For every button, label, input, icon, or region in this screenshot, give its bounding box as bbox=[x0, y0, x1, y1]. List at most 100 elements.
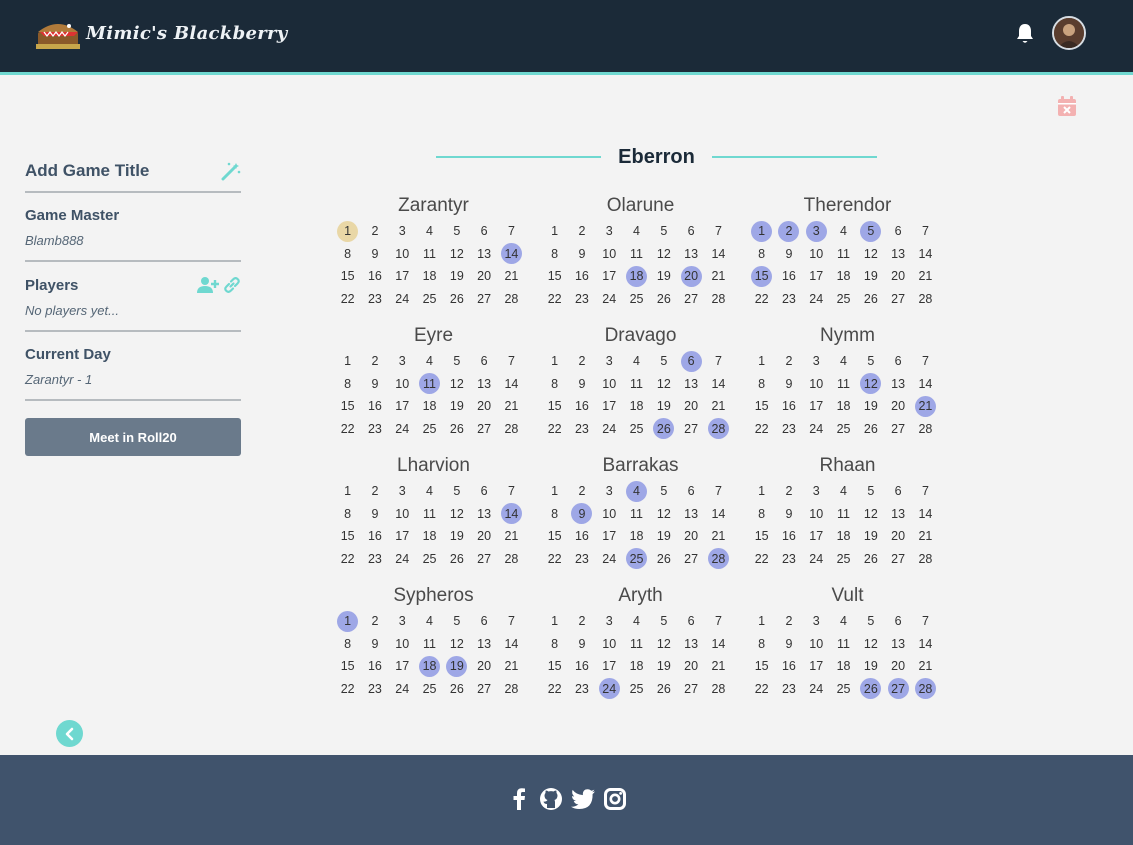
day-cell[interactable]: 3 bbox=[389, 610, 416, 633]
day-cell[interactable]: 5 bbox=[857, 610, 884, 633]
day-cell[interactable]: 5 bbox=[650, 220, 677, 243]
day-cell[interactable]: 2 bbox=[361, 350, 388, 373]
day-cell[interactable]: 15 bbox=[334, 655, 361, 678]
day-cell[interactable]: 11 bbox=[830, 243, 857, 266]
day-cell[interactable]: 18 bbox=[416, 525, 443, 548]
day-cell[interactable]: 26 bbox=[443, 548, 470, 571]
day-cell[interactable]: 8 bbox=[748, 633, 775, 656]
day-cell[interactable]: 3 bbox=[389, 220, 416, 243]
game-title[interactable]: Add Game Title bbox=[25, 161, 149, 181]
day-cell[interactable]: 10 bbox=[389, 633, 416, 656]
day-cell[interactable]: 24 bbox=[596, 288, 623, 311]
day-cell[interactable]: 27 bbox=[884, 548, 911, 571]
day-cell[interactable]: 14 bbox=[912, 373, 939, 396]
day-cell[interactable]: 9 bbox=[568, 243, 595, 266]
day-cell[interactable]: 21 bbox=[912, 655, 939, 678]
day-cell[interactable]: 18 bbox=[623, 655, 650, 678]
event-day-cell[interactable]: 18 bbox=[623, 265, 650, 288]
day-cell[interactable]: 5 bbox=[650, 610, 677, 633]
day-cell[interactable]: 11 bbox=[623, 633, 650, 656]
day-cell[interactable]: 2 bbox=[775, 350, 802, 373]
day-cell[interactable]: 23 bbox=[361, 288, 388, 311]
day-cell[interactable]: 4 bbox=[830, 220, 857, 243]
day-cell[interactable]: 11 bbox=[830, 503, 857, 526]
event-day-cell[interactable]: 1 bbox=[748, 220, 775, 243]
event-day-cell[interactable]: 28 bbox=[705, 548, 732, 571]
day-cell[interactable]: 22 bbox=[748, 678, 775, 701]
day-cell[interactable]: 20 bbox=[884, 655, 911, 678]
day-cell[interactable]: 8 bbox=[334, 633, 361, 656]
day-cell[interactable]: 28 bbox=[705, 288, 732, 311]
event-day-cell[interactable]: 11 bbox=[416, 373, 443, 396]
day-cell[interactable]: 28 bbox=[498, 678, 525, 701]
day-cell[interactable]: 17 bbox=[596, 265, 623, 288]
day-cell[interactable]: 21 bbox=[705, 265, 732, 288]
day-cell[interactable]: 25 bbox=[416, 418, 443, 441]
day-cell[interactable]: 15 bbox=[334, 395, 361, 418]
day-cell[interactable]: 12 bbox=[650, 633, 677, 656]
day-cell[interactable]: 18 bbox=[416, 395, 443, 418]
day-cell[interactable]: 8 bbox=[748, 243, 775, 266]
day-cell[interactable]: 26 bbox=[650, 548, 677, 571]
event-day-cell[interactable]: 14 bbox=[498, 503, 525, 526]
day-cell[interactable]: 26 bbox=[857, 288, 884, 311]
day-cell[interactable]: 21 bbox=[498, 655, 525, 678]
day-cell[interactable]: 10 bbox=[803, 503, 830, 526]
day-cell[interactable]: 8 bbox=[334, 373, 361, 396]
day-cell[interactable]: 17 bbox=[803, 525, 830, 548]
day-cell[interactable]: 2 bbox=[361, 220, 388, 243]
day-cell[interactable]: 13 bbox=[884, 243, 911, 266]
day-cell[interactable]: 6 bbox=[884, 480, 911, 503]
day-cell[interactable]: 22 bbox=[541, 548, 568, 571]
day-cell[interactable]: 17 bbox=[389, 395, 416, 418]
day-cell[interactable]: 11 bbox=[623, 243, 650, 266]
event-day-cell[interactable]: 18 bbox=[416, 655, 443, 678]
day-cell[interactable]: 23 bbox=[775, 678, 802, 701]
day-cell[interactable]: 18 bbox=[830, 655, 857, 678]
day-cell[interactable]: 27 bbox=[470, 678, 497, 701]
day-cell[interactable]: 9 bbox=[361, 373, 388, 396]
event-day-cell[interactable]: 28 bbox=[912, 678, 939, 701]
day-cell[interactable]: 18 bbox=[623, 525, 650, 548]
day-cell[interactable]: 20 bbox=[677, 395, 704, 418]
day-cell[interactable]: 15 bbox=[748, 395, 775, 418]
day-cell[interactable]: 10 bbox=[596, 373, 623, 396]
day-cell[interactable]: 19 bbox=[443, 265, 470, 288]
day-cell[interactable]: 21 bbox=[498, 395, 525, 418]
day-cell[interactable]: 25 bbox=[830, 288, 857, 311]
day-cell[interactable]: 28 bbox=[498, 288, 525, 311]
day-cell[interactable]: 22 bbox=[334, 288, 361, 311]
day-cell[interactable]: 13 bbox=[884, 633, 911, 656]
day-cell[interactable]: 27 bbox=[677, 418, 704, 441]
day-cell[interactable]: 17 bbox=[389, 655, 416, 678]
day-cell[interactable]: 4 bbox=[623, 220, 650, 243]
day-cell[interactable]: 14 bbox=[705, 503, 732, 526]
day-cell[interactable]: 9 bbox=[568, 633, 595, 656]
day-cell[interactable]: 23 bbox=[568, 678, 595, 701]
day-cell[interactable]: 4 bbox=[416, 350, 443, 373]
day-cell[interactable]: 12 bbox=[443, 243, 470, 266]
day-cell[interactable]: 7 bbox=[498, 220, 525, 243]
day-cell[interactable]: 24 bbox=[803, 678, 830, 701]
twitter-link[interactable] bbox=[570, 787, 595, 811]
day-cell[interactable]: 3 bbox=[596, 610, 623, 633]
day-cell[interactable]: 9 bbox=[361, 503, 388, 526]
day-cell[interactable]: 15 bbox=[334, 525, 361, 548]
day-cell[interactable]: 24 bbox=[803, 418, 830, 441]
day-cell[interactable]: 7 bbox=[498, 480, 525, 503]
day-cell[interactable]: 3 bbox=[596, 350, 623, 373]
event-day-cell[interactable]: 12 bbox=[857, 373, 884, 396]
day-cell[interactable]: 19 bbox=[857, 655, 884, 678]
day-cell[interactable]: 3 bbox=[803, 480, 830, 503]
day-cell[interactable]: 21 bbox=[912, 525, 939, 548]
day-cell[interactable]: 16 bbox=[568, 525, 595, 548]
day-cell[interactable]: 19 bbox=[857, 265, 884, 288]
day-cell[interactable]: 2 bbox=[568, 610, 595, 633]
day-cell[interactable]: 22 bbox=[541, 418, 568, 441]
day-cell[interactable]: 9 bbox=[775, 373, 802, 396]
day-cell[interactable]: 11 bbox=[416, 503, 443, 526]
day-cell[interactable]: 5 bbox=[443, 480, 470, 503]
day-cell[interactable]: 26 bbox=[857, 418, 884, 441]
day-cell[interactable]: 7 bbox=[498, 350, 525, 373]
day-cell[interactable]: 12 bbox=[650, 373, 677, 396]
